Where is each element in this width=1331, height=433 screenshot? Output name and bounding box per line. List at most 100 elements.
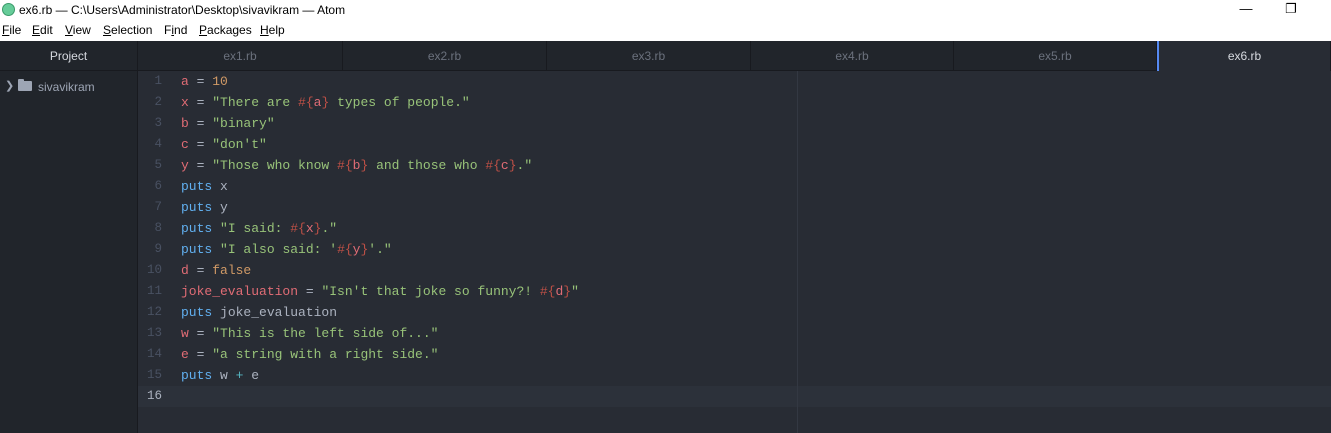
- line-number: 12: [146, 305, 162, 319]
- code-token: d: [181, 263, 189, 278]
- code-token: =: [188, 74, 213, 89]
- code-line[interactable]: puts w + e: [181, 365, 259, 386]
- code-token: "This is the left side of...": [212, 326, 439, 341]
- line-number: 7: [154, 200, 162, 214]
- line-number: 8: [154, 221, 162, 235]
- menu-selection[interactable]: Selection: [103, 23, 152, 37]
- code-token: =: [188, 158, 213, 173]
- code-line[interactable]: puts "I also said: '#{y}'.": [181, 239, 392, 260]
- tab-bar: ex1.rb ex2.rb ex3.rb ex4.rb ex5.rb ex6.r…: [138, 41, 1331, 71]
- project-panel-title[interactable]: Project: [0, 41, 137, 71]
- line-number: 9: [154, 242, 162, 256]
- code-line[interactable]: puts "I said: #{x}.": [181, 218, 337, 239]
- code-token: "binary": [212, 116, 275, 131]
- line-number: 13: [146, 326, 162, 340]
- code-token: and those who: [368, 158, 486, 173]
- code-token: ": [571, 284, 579, 299]
- code-token: "There are: [212, 95, 299, 110]
- code-token: =: [188, 95, 213, 110]
- code-line[interactable]: joke_evaluation = "Isn't that joke so fu…: [181, 281, 579, 302]
- code-token: joke_evaluation: [181, 284, 299, 299]
- code-token: false: [212, 263, 252, 278]
- code-token: a: [181, 74, 189, 89]
- code-token: e: [181, 347, 189, 362]
- line-number: 6: [154, 179, 162, 193]
- code-token: "I also said: ': [220, 242, 338, 257]
- tree-view: Project ❯ sivavikram: [0, 41, 138, 433]
- minimize-button[interactable]: —: [1223, 0, 1269, 20]
- code-token: puts: [181, 200, 213, 215]
- code-line[interactable]: d = false: [181, 260, 251, 281]
- tab-ex4[interactable]: ex4.rb: [751, 41, 954, 70]
- menu-packages[interactable]: Packages: [199, 23, 252, 37]
- line-number: 5: [154, 158, 162, 172]
- code-token: "I said:: [220, 221, 291, 236]
- tab-ex6[interactable]: ex6.rb: [1157, 41, 1331, 71]
- code-token: y: [212, 200, 228, 215]
- tab-ex3[interactable]: ex3.rb: [547, 41, 751, 70]
- code-token: 10: [212, 74, 228, 89]
- code-line[interactable]: puts x: [181, 176, 228, 197]
- code-token: .": [321, 221, 338, 236]
- code-token: }: [508, 158, 517, 173]
- code-line[interactable]: puts y: [181, 197, 228, 218]
- menu-help[interactable]: Help: [260, 23, 285, 37]
- code-token: y: [181, 158, 189, 173]
- code-token: x: [212, 179, 228, 194]
- code-token: puts: [181, 221, 213, 236]
- line-number: 14: [146, 347, 162, 361]
- code-line[interactable]: puts joke_evaluation: [181, 302, 337, 323]
- line-number: 3: [154, 116, 162, 130]
- code-line[interactable]: x = "There are #{a} types of people.": [181, 92, 470, 113]
- chevron-right-icon[interactable]: ❯: [5, 79, 14, 92]
- code-token: '.": [368, 242, 392, 257]
- line-number: 1: [154, 74, 162, 88]
- code-token: =: [188, 263, 213, 278]
- code-token: "Isn't that joke so funny?!: [321, 284, 540, 299]
- code-token: c: [500, 158, 509, 173]
- line-number: 10: [146, 263, 162, 277]
- code-token: "Those who know: [212, 158, 338, 173]
- code-token: puts: [181, 305, 213, 320]
- project-folder[interactable]: ❯ sivavikram: [0, 77, 137, 97]
- code-token: =: [188, 137, 213, 152]
- menu-find[interactable]: Find: [164, 23, 187, 37]
- menu-file[interactable]: File: [2, 23, 21, 37]
- code-line[interactable]: y = "Those who know #{b} and those who #…: [181, 155, 532, 176]
- line-number: 16: [146, 389, 162, 403]
- cursor-line-highlight: [138, 386, 1331, 407]
- code-token: }: [563, 284, 572, 299]
- menu-view[interactable]: View: [65, 23, 91, 37]
- title-bar: ex6.rb — C:\Users\Administrator\Desktop\…: [0, 0, 1331, 20]
- code-token: c: [181, 137, 189, 152]
- code-token: puts: [181, 242, 213, 257]
- code-line[interactable]: c = "don't": [181, 134, 267, 155]
- code-token: =: [188, 326, 213, 341]
- tab-ex1[interactable]: ex1.rb: [138, 41, 343, 70]
- code-token: puts: [181, 368, 213, 383]
- code-token: #{: [298, 95, 314, 110]
- code-editor[interactable]: 1 2 3 4 5 6 7 8 9 10 11 12 13 14 15 16 a = 10 x = "There…: [138, 71, 1331, 433]
- code-token: x: [305, 221, 314, 236]
- code-token: #{: [337, 242, 353, 257]
- wrap-guide: [797, 71, 798, 433]
- folder-label: sivavikram: [38, 80, 95, 94]
- menu-edit[interactable]: Edit: [32, 23, 53, 37]
- code-line[interactable]: b = "binary": [181, 113, 275, 134]
- restore-button[interactable]: ❐: [1268, 0, 1314, 20]
- code-line[interactable]: w = "This is the left side of...": [181, 323, 438, 344]
- code-token: e: [243, 368, 260, 383]
- window-title: ex6.rb — C:\Users\Administrator\Desktop\…: [19, 3, 346, 17]
- code-token: "don't": [212, 137, 267, 152]
- line-number-gutter[interactable]: 1 2 3 4 5 6 7 8 9 10 11 12 13 14 15 16: [138, 71, 173, 433]
- code-token: b: [181, 116, 189, 131]
- code-token: #{: [485, 158, 501, 173]
- code-line[interactable]: a = 10: [181, 71, 228, 92]
- tab-ex2[interactable]: ex2.rb: [343, 41, 547, 70]
- atom-logo-icon: [2, 3, 15, 16]
- tab-ex5[interactable]: ex5.rb: [954, 41, 1157, 70]
- code-line[interactable]: e = "a string with a right side.": [181, 344, 438, 365]
- menu-bar: File Edit View Selection Find Packages H…: [0, 20, 1331, 41]
- code-token: =: [188, 116, 213, 131]
